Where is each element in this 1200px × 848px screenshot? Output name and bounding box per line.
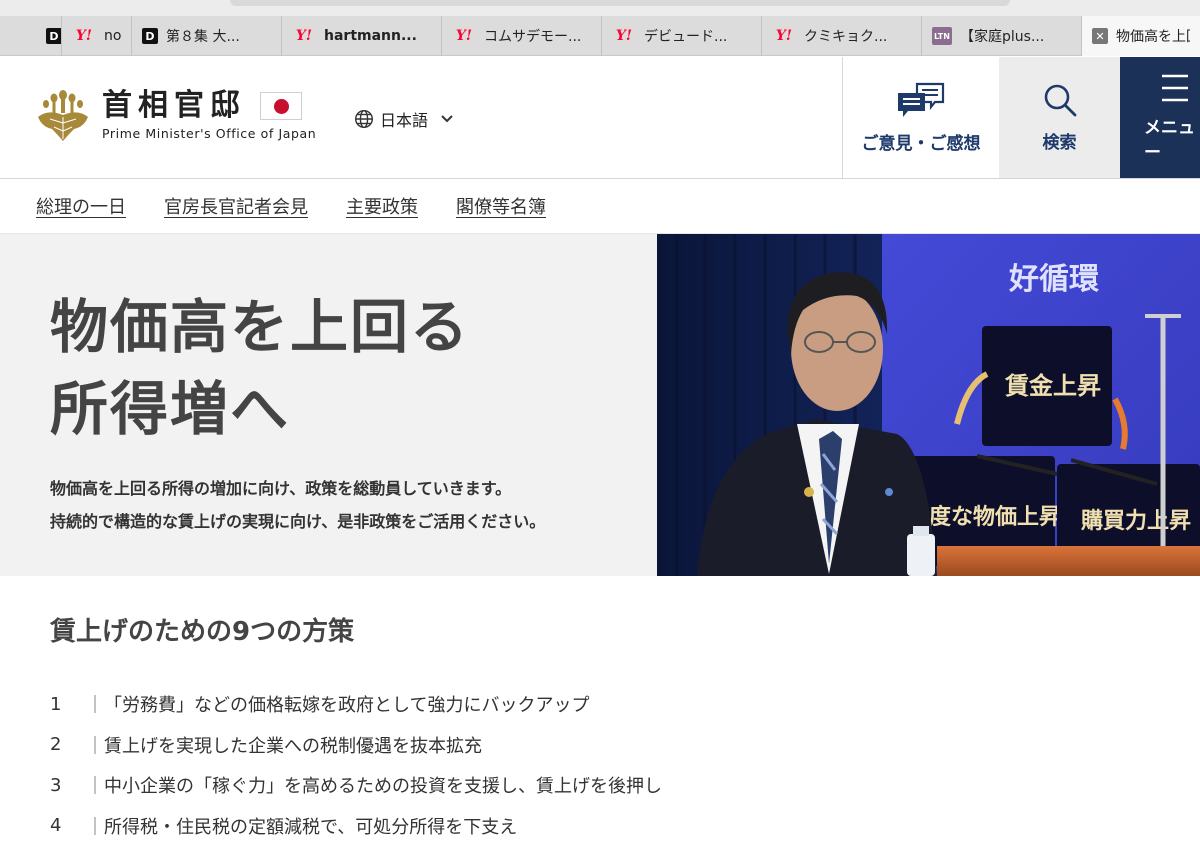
ltn-favicon-icon: LTN [932,27,952,45]
list-item[interactable]: 3 ｜ 中小企業の「稼ぐ力」を高めるための投資を支援し、賃上げを後押し [50,765,662,806]
list-item-separator: ｜ [86,816,104,838]
logo-title: 首相官邸 [102,88,246,123]
hero-lead-line: 持続的で構造的な賃上げの実現に向け、是非政策をご活用ください。 [50,512,546,531]
yahoo-favicon-icon: Y! [75,28,93,44]
hero-text-panel: 物価高を上回る 所得増へ 物価高を上回る所得の増加に向け、政策を総動員していきま… [0,234,657,576]
browser-top-edge [0,0,1200,16]
yahoo-favicon-icon: Y! [615,28,633,44]
browser-tab[interactable]: Y! コムサデモー... [442,16,602,56]
address-bar-edge[interactable] [230,0,1010,6]
chevron-down-icon [441,115,453,123]
list-item-number: 3 [50,774,62,796]
browser-tab[interactable]: Y! デビュード... [602,16,762,56]
tab-label: 第８集 大... [166,29,240,45]
site-header: 首相官邸 Prime Minister's Office of Japan 日本… [0,57,1200,179]
photo-text-wage-rise: 賃金上昇 [1004,372,1101,400]
list-item-separator: ｜ [86,695,104,717]
opinion-label: ご意見・ご感想 [861,134,981,154]
hamburger-menu-icon [1162,74,1188,101]
yahoo-favicon-icon: Y! [775,28,793,44]
site-logo[interactable]: 首相官邸 Prime Minister's Office of Japan [34,87,316,143]
logo-subtitle: Prime Minister's Office of Japan [102,126,317,141]
tab-label: コムサデモー... [484,29,582,45]
menu-label: メニュー [1144,117,1195,163]
browser-tab[interactable]: D [0,16,62,56]
browser-tab-active[interactable]: ✕ 物価高を上回 [1082,16,1200,56]
list-item-text: 賃上げを実現した企業への税制優遇を抜本拡充 [104,735,482,757]
browser-tab[interactable]: LTN 【家庭plus... [922,16,1082,56]
list-item-number: 2 [50,734,62,756]
photo-text-header: 好循環 [1008,262,1100,297]
browser-tab[interactable]: Y! no [62,16,132,56]
hero-title-line: 物価高を上回る [50,293,471,361]
opinion-button[interactable]: ご意見・ご感想 [842,57,999,178]
tab-label: 物価高を上回 [1116,29,1190,45]
list-item-separator: ｜ [86,776,104,798]
language-selector[interactable]: 日本語 [354,107,454,131]
japan-flag-icon [260,92,302,120]
globe-icon [354,109,374,129]
speech-bubbles-icon [898,82,945,117]
nav-item-press-conference[interactable]: 官房長官記者会見 [164,193,308,219]
hero-lead-line: 物価高を上回る所得の増加に向け、政策を総動員していきます。 [50,479,512,498]
close-icon[interactable]: ✕ [1092,28,1108,44]
browser-tab[interactable]: D 第８集 大... [132,16,282,56]
d-favicon-icon: D [46,28,61,44]
list-item-text: 所得税・住民税の定額減税で、可処分所得を下支え [104,816,518,838]
hero-photo: 好循環 賃金上昇 適度な物価上昇 購買力上昇 [657,234,1200,576]
list-item[interactable]: 1 ｜ 「労務費」などの価格転嫁を政府として強力にバックアップ [50,684,662,725]
search-button[interactable]: 検索 [999,57,1120,178]
paulownia-crest-icon [38,90,88,141]
menu-button[interactable]: メニュー [1120,57,1200,178]
tab-label: 【家庭plus... [960,29,1045,45]
list-item-text: 「労務費」などの価格転嫁を政府として強力にバックアップ [104,695,590,717]
search-icon [1044,84,1076,117]
measures-list: 1 ｜ 「労務費」などの価格転嫁を政府として強力にバックアップ 2 ｜ 賃上げを… [50,684,662,846]
tab-label: no [104,28,121,44]
yahoo-favicon-icon: Y! [455,28,473,44]
list-item[interactable]: 2 ｜ 賃上げを実現した企業への税制優遇を抜本拡充 [50,725,662,766]
photo-text-purchasing-power: 購買力上昇 [1081,509,1191,534]
browser-tab[interactable]: Y! hartmann... [282,16,442,56]
nav-item-pm-diary[interactable]: 総理の一日 [36,193,126,219]
hero-banner: 物価高を上回る 所得増へ 物価高を上回る所得の増加に向け、政策を総動員していきま… [0,234,1200,576]
hero-title-line: 所得増へ [50,375,291,443]
press-conference-photo: 好循環 賃金上昇 適度な物価上昇 購買力上昇 [657,234,1200,576]
list-item[interactable]: 4 ｜ 所得税・住民税の定額減税で、可処分所得を下支え [50,806,662,847]
tab-label: デビュード... [644,29,728,45]
tab-label: クミキョク... [804,29,888,45]
list-item-separator: ｜ [86,735,104,757]
nav-item-major-policies[interactable]: 主要政策 [346,193,418,219]
list-item-number: 4 [50,815,62,837]
list-item-text: 中小企業の「稼ぐ力」を高めるための投資を支援し、賃上げを後押し [104,776,662,798]
global-nav: 総理の一日 官房長官記者会見 主要政策 閣僚等名簿 [0,179,1200,233]
language-label: 日本語 [380,111,429,130]
browser-tab-bar: D Y! no D 第８集 大... Y! hartmann... Y! コムサ… [0,16,1200,56]
browser-tab[interactable]: Y! クミキョク... [762,16,922,56]
tab-label: hartmann... [324,28,417,44]
d-favicon-icon: D [142,28,158,44]
list-item-number: 1 [50,693,62,715]
nav-item-cabinet-list[interactable]: 閣僚等名簿 [456,193,546,219]
yahoo-favicon-icon: Y! [295,28,313,44]
measures-heading: 賃上げのための9つの方策 [50,617,355,647]
hero-lead: 物価高を上回る所得の増加に向け、政策を総動員していきます。 持続的で構造的な賃上… [50,472,545,538]
search-label: 検索 [1042,133,1077,153]
hero-title: 物価高を上回る 所得増へ [50,286,470,450]
